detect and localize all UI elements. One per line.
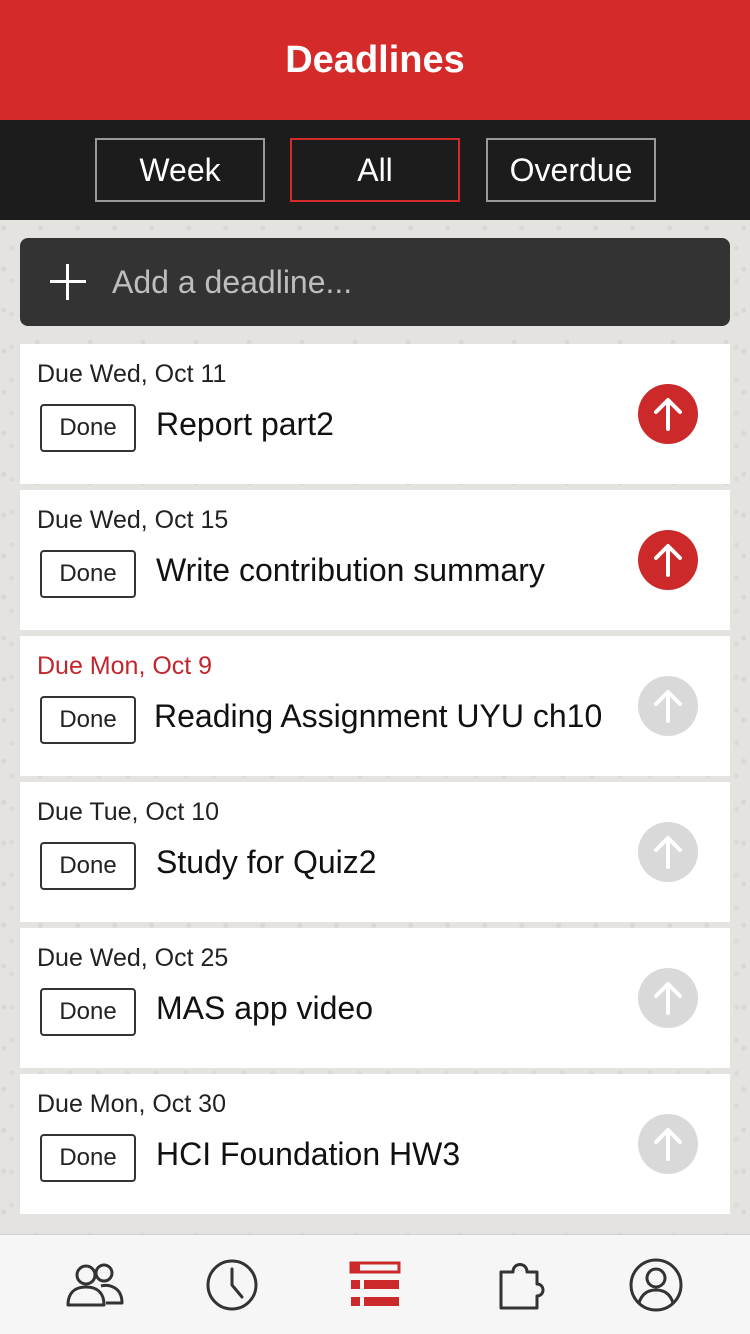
puzzle-icon[interactable] [492, 1257, 552, 1313]
priority-up-arrow-icon[interactable] [638, 968, 698, 1028]
priority-up-arrow-icon[interactable] [638, 822, 698, 882]
due-date: Due Wed, Oct 25 [37, 944, 229, 972]
done-button[interactable]: Done [40, 550, 136, 598]
task-title: Study for Quiz2 [156, 844, 377, 880]
due-date: Due Mon, Oct 30 [37, 1090, 226, 1118]
clock-icon[interactable] [202, 1257, 262, 1313]
plus-icon[interactable] [50, 264, 86, 300]
add-deadline-bar[interactable] [20, 238, 730, 326]
filter-bar: Week All Overdue [0, 120, 750, 220]
filter-all-button[interactable]: All [290, 138, 460, 202]
done-button[interactable]: Done [40, 1134, 136, 1182]
task-card[interactable]: Due Mon, Oct 9 Done Reading Assignment U… [20, 636, 730, 776]
app-header: Deadlines [0, 0, 750, 120]
task-title: Report part2 [156, 406, 334, 442]
page-title: Deadlines [285, 38, 465, 81]
list-icon[interactable] [345, 1257, 405, 1313]
done-button[interactable]: Done [40, 404, 136, 452]
add-deadline-input[interactable] [112, 252, 702, 312]
task-card[interactable]: Due Wed, Oct 15 Done Write contribution … [20, 490, 730, 630]
due-date: Due Mon, Oct 9 [37, 652, 213, 680]
priority-up-arrow-icon[interactable] [638, 676, 698, 736]
due-date: Due Wed, Oct 15 [37, 506, 229, 534]
bottom-tab-bar [0, 1234, 750, 1334]
task-card[interactable]: Due Mon, Oct 30 Done HCI Foundation HW3 [20, 1074, 730, 1214]
due-date: Due Tue, Oct 10 [37, 798, 220, 826]
done-button[interactable]: Done [40, 842, 136, 890]
done-button[interactable]: Done [40, 696, 136, 744]
priority-up-arrow-icon[interactable] [638, 1114, 698, 1174]
filter-week-button[interactable]: Week [95, 138, 265, 202]
priority-up-arrow-icon[interactable] [638, 530, 698, 590]
people-icon[interactable] [65, 1257, 125, 1313]
due-date: Due Wed, Oct 11 [37, 360, 227, 388]
task-card[interactable]: Due Wed, Oct 25 Done MAS app video [20, 928, 730, 1068]
filter-overdue-button[interactable]: Overdue [486, 138, 656, 202]
task-title: MAS app video [156, 990, 374, 1026]
done-button[interactable]: Done [40, 988, 136, 1036]
task-card[interactable]: Due Tue, Oct 10 Done Study for Quiz2 [20, 782, 730, 922]
profile-icon[interactable] [626, 1257, 686, 1313]
task-title: Reading Assignment UYU ch10 [154, 698, 603, 734]
task-title: Write contribution summary [156, 552, 545, 588]
priority-up-arrow-icon[interactable] [638, 384, 698, 444]
task-card[interactable]: Due Wed, Oct 11 Done Report part2 [20, 344, 730, 484]
task-title: HCI Foundation HW3 [156, 1136, 461, 1172]
